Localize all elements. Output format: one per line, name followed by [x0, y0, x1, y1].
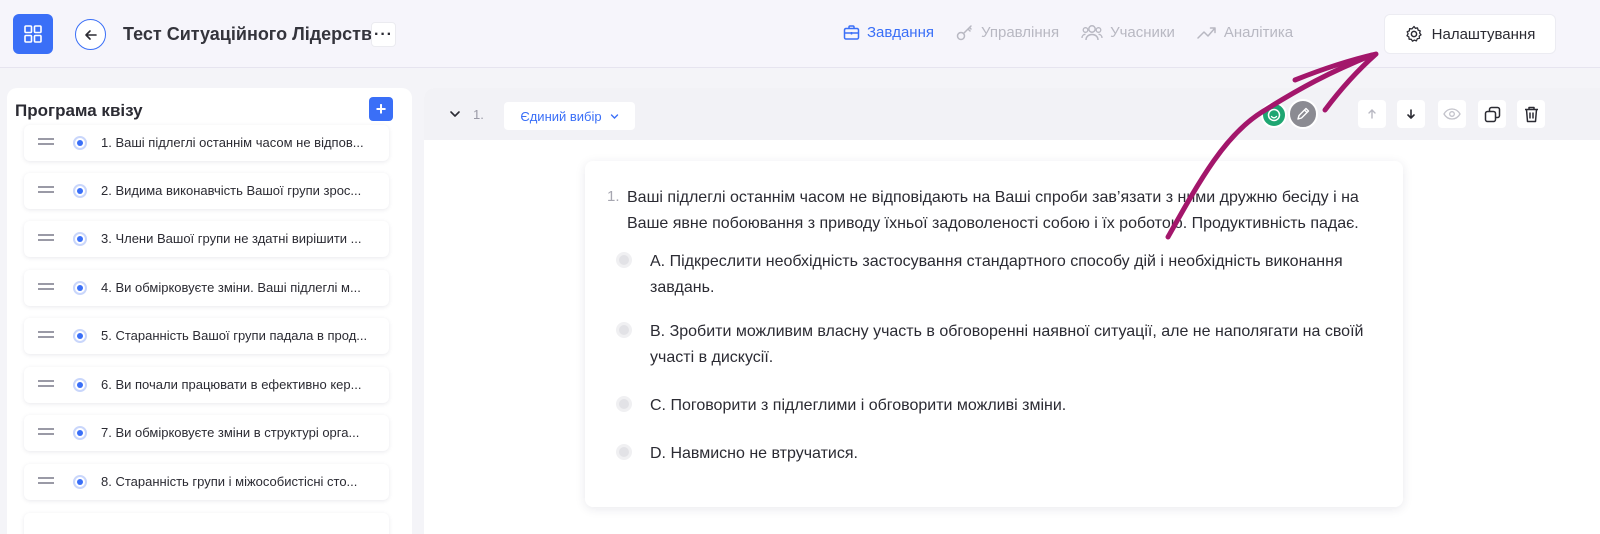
answer-radio[interactable]	[616, 444, 632, 460]
single-choice-icon	[73, 475, 87, 489]
single-choice-icon	[73, 426, 87, 440]
question-card: 1. Ваші підлеглі останнім часом не відпо…	[585, 161, 1403, 507]
list-item[interactable]: 1. Ваші підлеглі останнім часом не відпо…	[24, 125, 389, 161]
single-choice-icon	[73, 281, 87, 295]
grid-icon	[24, 25, 42, 43]
arrow-down-icon	[1407, 109, 1415, 119]
question-number: 1.	[473, 107, 484, 122]
answer-radio[interactable]	[616, 396, 632, 412]
delete-button[interactable]	[1517, 100, 1545, 128]
eye-icon	[1443, 108, 1461, 120]
answer-radio[interactable]	[616, 252, 632, 268]
back-button[interactable]	[75, 19, 106, 50]
settings-button-label: Налаштування	[1431, 25, 1536, 43]
users-icon	[1081, 25, 1103, 41]
top-bar: Тест Ситуаційного Лідерства ··· Завдання…	[0, 0, 1600, 68]
answer-label: C. Поговорити з підлеглими і обговорити …	[650, 397, 1067, 414]
drag-handle-icon[interactable]	[38, 477, 54, 485]
drag-handle-icon[interactable]	[38, 186, 54, 194]
drag-handle-icon[interactable]	[38, 428, 54, 436]
answer-radio[interactable]	[616, 322, 632, 338]
copy-icon	[1484, 106, 1500, 122]
tab-participants[interactable]: Учасники	[1081, 24, 1175, 41]
apps-grid-button[interactable]	[13, 14, 53, 54]
preview-button[interactable]	[1438, 100, 1466, 128]
edit-avatar-button[interactable]	[1288, 99, 1318, 129]
question-editor: 1. Єдиний вибір 1. Ваші підлеглі останні…	[424, 88, 1600, 534]
list-item-label: 5. Старанність Вашої групи падала в прод…	[101, 328, 368, 343]
duplicate-button[interactable]	[1478, 100, 1506, 128]
tab-management[interactable]: Управління	[956, 24, 1059, 41]
page-title: Тест Ситуаційного Лідерства	[123, 24, 382, 44]
drag-handle-icon[interactable]	[38, 234, 54, 242]
list-item-label: 8. Старанність групи і міжособистісні ст…	[101, 474, 358, 489]
move-up-button[interactable]	[1358, 100, 1386, 128]
trend-icon	[1197, 27, 1216, 39]
drag-handle-icon[interactable]	[38, 331, 54, 339]
list-item-label: 3. Члени Вашої групи не здатні вирішити …	[101, 231, 362, 246]
tab-analytics-label: Аналітика	[1223, 24, 1294, 41]
collaborator-avatar[interactable]	[1261, 102, 1287, 128]
question-text[interactable]: Ваші підлеглі останнім часом не відповід…	[627, 185, 1387, 237]
answer-label: D. Навмисно не втручатися.	[650, 445, 858, 462]
quiz-program-sidebar: Програма квізу + 1. Ваші підлеглі останн…	[7, 88, 412, 534]
list-item[interactable]: 7. Ви обмірковуєте зміни в структурі орг…	[24, 415, 389, 451]
gear-icon	[1406, 25, 1422, 42]
single-choice-icon	[73, 184, 87, 198]
tab-participants-label: Учасники	[1110, 24, 1175, 41]
list-item[interactable]: 5. Старанність Вашої групи падала в прод…	[24, 318, 389, 354]
list-item[interactable]: 2. Видима виконавчість Вашої групи зрос.…	[24, 173, 389, 209]
question-type-label: Єдиний вибір	[520, 108, 602, 124]
briefcase-icon	[843, 25, 860, 40]
chevron-down-icon	[610, 113, 618, 119]
drag-handle-icon[interactable]	[38, 283, 54, 291]
list-item[interactable]	[24, 513, 389, 534]
list-item[interactable]: 8. Старанність групи і міжособистісні ст…	[24, 464, 389, 500]
list-item-label: 1. Ваші підлеглі останнім часом не відпо…	[101, 135, 364, 150]
drag-handle-icon[interactable]	[38, 380, 54, 388]
answer-label: B. Зробити можливим власну участь в обго…	[650, 323, 1364, 366]
single-choice-icon	[73, 329, 87, 343]
main-nav: Завдання Управління Учасники Аналітика	[843, 24, 1293, 41]
question-card-number: 1.	[607, 188, 620, 205]
key-icon	[956, 25, 972, 41]
pencil-icon	[1297, 107, 1310, 120]
move-down-button[interactable]	[1397, 100, 1425, 128]
single-choice-icon	[73, 232, 87, 246]
arrow-left-icon	[84, 29, 97, 40]
chevron-down-icon[interactable]	[449, 108, 461, 120]
sidebar-title: Програма квізу	[15, 101, 143, 120]
settings-button[interactable]: Налаштування	[1384, 14, 1556, 54]
add-question-button[interactable]: +	[369, 97, 393, 121]
answer-label: A. Підкреслити необхідність застосування…	[650, 253, 1343, 296]
list-item-label: 7. Ви обмірковуєте зміни в структурі орг…	[101, 425, 360, 440]
list-item[interactable]: 6. Ви почали працювати в ефективно кер..…	[24, 367, 389, 403]
list-item[interactable]: 3. Члени Вашої групи не здатні вирішити …	[24, 221, 389, 257]
list-item[interactable]: 4. Ви обмірковуєте зміни. Ваші підлеглі …	[24, 270, 389, 306]
more-options-button[interactable]: ···	[371, 22, 396, 47]
tab-analytics[interactable]: Аналітика	[1197, 24, 1293, 41]
tab-management-label: Управління	[981, 24, 1060, 41]
tab-tasks[interactable]: Завдання	[843, 24, 934, 41]
single-choice-icon	[73, 378, 87, 392]
arrow-up-icon	[1368, 109, 1376, 119]
question-toolbar: 1. Єдиний вибір	[424, 88, 1600, 140]
user-face-icon	[1267, 108, 1281, 122]
list-item-label: 4. Ви обмірковуєте зміни. Ваші підлеглі …	[101, 280, 361, 295]
list-item-label: 6. Ви почали працювати в ефективно кер..…	[101, 377, 362, 392]
drag-handle-icon[interactable]	[38, 138, 54, 146]
list-item-label: 2. Видима виконавчість Вашої групи зрос.…	[101, 183, 362, 198]
tab-tasks-label: Завдання	[867, 24, 934, 41]
question-type-select[interactable]: Єдиний вибір	[504, 102, 635, 130]
trash-icon	[1524, 106, 1538, 122]
single-choice-icon	[73, 136, 87, 150]
